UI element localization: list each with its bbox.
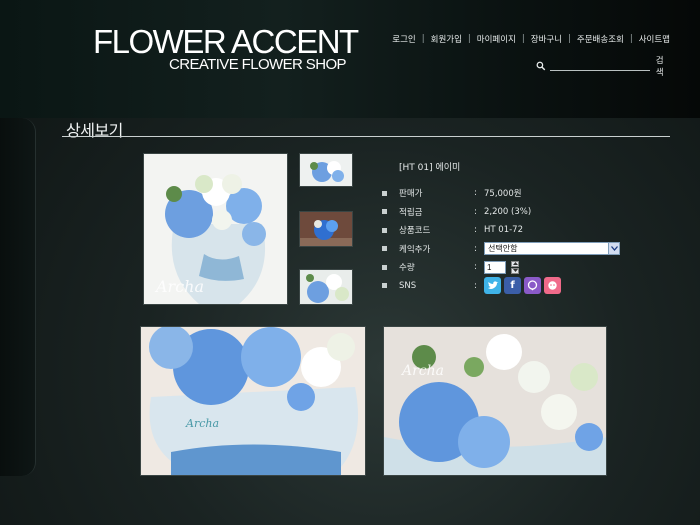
code-value: HT 01-72 [484,225,523,236]
bullet-icon [382,227,387,233]
info-row-quantity: 수량 : [382,258,642,277]
info-row-price: 판매가 : 75,000원 [382,184,642,203]
info-row-sns: SNS : f [382,277,642,296]
logo-subtitle: CREATIVE FLOWER SHOP [169,56,347,73]
search-icon [536,61,546,71]
photo-watermark: Archa [185,417,219,430]
decrease-button[interactable] [511,267,519,274]
top-nav: 로그인 | 회원가입 | 마이페이지 | 장바구니 | 주문배송조회 | 사이트맵 [392,33,670,45]
price-label: 판매가 [399,189,423,200]
kakao-icon[interactable] [544,277,561,295]
product-name: [HT 01] 에이미 [399,163,461,173]
product-thumbnail-2[interactable] [299,211,353,247]
cake-select-value: 선택안함 [488,244,518,254]
product-info-table: 판매가 : 75,000원 적립금 : 2,200 (3%) 상품코드 : HT… [382,184,642,295]
facebook-icon[interactable]: f [504,277,521,295]
nav-mypage[interactable]: 마이페이지 [477,33,516,45]
colon: : [474,206,477,217]
chevron-down-icon[interactable] [608,243,619,255]
stepper-buttons [511,260,519,274]
sns-label: SNS [399,280,417,291]
points-value: 2,200 (3%) [484,206,532,217]
search-button[interactable]: 검색 [656,54,671,78]
product-thumbnail-3[interactable] [299,269,353,305]
bullet-icon [382,209,387,215]
nav-sitemap[interactable]: 사이트맵 [639,33,670,45]
info-row-cake: 케익추가 : 선택안함 [382,240,642,259]
nav-cart[interactable]: 장바구니 [531,33,562,45]
nav-join[interactable]: 회원가입 [431,33,462,45]
price-value: 75,000원 [484,189,522,200]
page-title: 상세보기 [66,121,123,140]
nav-separator: | [568,34,571,44]
bullet-icon [382,246,387,252]
nav-separator: | [421,34,425,44]
quantity-label: 수량 [399,263,415,274]
photo-watermark: Archa [400,363,444,379]
cake-label: 케익추가 [399,244,431,255]
code-label: 상품코드 [399,226,431,237]
increase-button[interactable] [511,260,519,267]
product-main-image[interactable]: Archa [143,153,288,305]
bullet-icon [382,264,387,270]
cake-select[interactable]: 선택안함 [484,242,620,256]
colon: : [474,188,477,199]
colon: : [474,280,477,291]
product-detail-image-2: Archa [383,326,607,476]
colon: : [474,225,477,236]
points-label: 적립금 [399,207,423,218]
nav-login[interactable]: 로그인 [392,33,415,45]
twitter-icon[interactable] [484,277,501,295]
sns-share-buttons: f [484,277,561,295]
colon: : [474,243,477,254]
nav-separator: | [629,34,633,44]
search-input[interactable] [549,61,650,71]
nav-separator: | [467,34,471,44]
bullet-icon [382,190,387,196]
info-row-points: 적립금 : 2,200 (3%) [382,203,642,222]
search-bar: 검색 [536,56,671,78]
colon: : [474,262,477,273]
naver-blog-icon[interactable] [524,277,541,295]
product-thumbnail-1[interactable] [299,153,353,187]
photo-watermark: Archa [154,277,204,296]
site-header: FLOWER ACCENT CREATIVE FLOWER SHOP 로그인 | … [0,0,700,118]
quantity-input[interactable] [484,260,506,274]
nav-order-tracking[interactable]: 주문배송조회 [577,33,624,45]
bullet-icon [382,283,387,289]
title-divider [62,136,670,137]
nav-separator: | [521,34,525,44]
info-row-code: 상품코드 : HT 01-72 [382,221,642,240]
left-side-panel [0,118,36,476]
product-detail-image-1: Archa [140,326,366,476]
quantity-stepper [484,260,519,274]
